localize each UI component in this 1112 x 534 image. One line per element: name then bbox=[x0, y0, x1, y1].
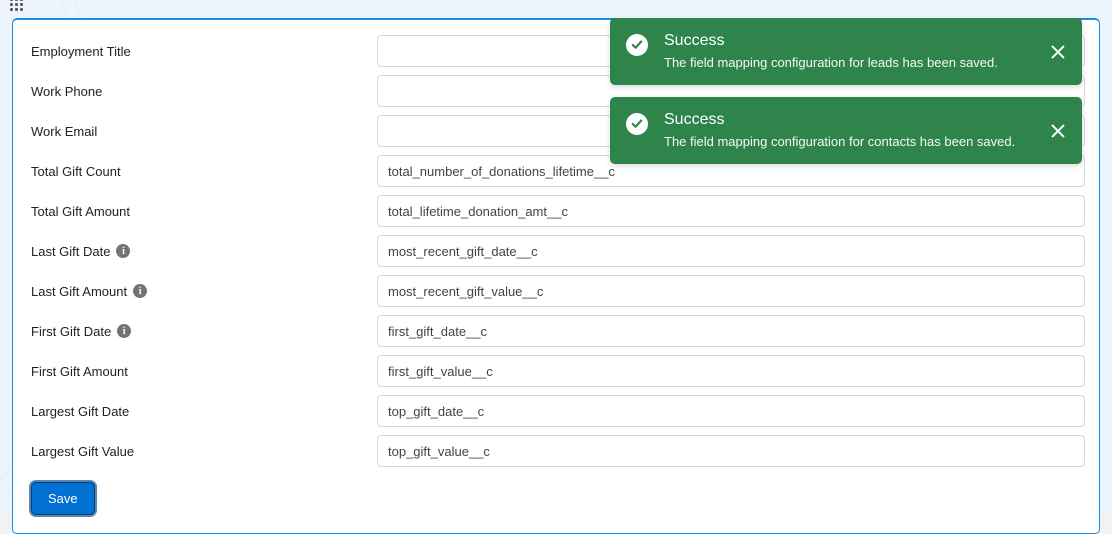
field-label: Largest Gift Date bbox=[27, 404, 377, 419]
field-label: Total Gift Count bbox=[27, 164, 377, 179]
mapping-input[interactable] bbox=[377, 195, 1085, 227]
field-mapping-row: First Gift Date i bbox=[27, 312, 1085, 350]
field-input-wrap bbox=[377, 435, 1085, 467]
field-label-text: Work Email bbox=[31, 124, 97, 139]
toast-close-button[interactable] bbox=[1044, 117, 1072, 145]
field-label-text: First Gift Amount bbox=[31, 364, 128, 379]
field-mapping-row: Total Gift Amount bbox=[27, 192, 1085, 230]
toast-message: The field mapping configuration for lead… bbox=[664, 54, 1038, 72]
close-icon bbox=[1049, 43, 1067, 61]
field-input-wrap bbox=[377, 355, 1085, 387]
toast-close-button[interactable] bbox=[1044, 38, 1072, 66]
field-label-text: Last Gift Date bbox=[31, 244, 110, 259]
field-mapping-row: Last Gift Amount i bbox=[27, 272, 1085, 310]
field-label-text: Last Gift Amount bbox=[31, 284, 127, 299]
field-label: Last Gift Amount i bbox=[27, 284, 377, 299]
field-label: Largest Gift Value bbox=[27, 444, 377, 459]
mapping-input[interactable] bbox=[377, 395, 1085, 427]
field-input-wrap bbox=[377, 315, 1085, 347]
field-label-text: Total Gift Count bbox=[31, 164, 121, 179]
success-check-icon bbox=[626, 34, 648, 56]
toast-title: Success bbox=[664, 30, 1038, 52]
mapping-input[interactable] bbox=[377, 235, 1085, 267]
field-input-wrap bbox=[377, 235, 1085, 267]
drag-handle-icon[interactable] bbox=[10, 0, 23, 11]
mapping-input[interactable] bbox=[377, 315, 1085, 347]
mapping-input[interactable] bbox=[377, 435, 1085, 467]
field-label-text: Largest Gift Date bbox=[31, 404, 129, 419]
field-mapping-row: Last Gift Date i bbox=[27, 232, 1085, 270]
field-label: Total Gift Amount bbox=[27, 204, 377, 219]
field-label: Work Email bbox=[27, 124, 377, 139]
field-mapping-row: First Gift Amount bbox=[27, 352, 1085, 390]
mapping-input[interactable] bbox=[377, 355, 1085, 387]
info-icon[interactable]: i bbox=[116, 244, 130, 258]
field-input-wrap bbox=[377, 395, 1085, 427]
toast-success: Success The field mapping configuration … bbox=[610, 97, 1082, 164]
field-label: First Gift Amount bbox=[27, 364, 377, 379]
field-label-text: Employment Title bbox=[31, 44, 131, 59]
success-check-icon bbox=[626, 113, 648, 135]
field-label: First Gift Date i bbox=[27, 324, 377, 339]
toast-message: The field mapping configuration for cont… bbox=[664, 133, 1038, 151]
field-label-text: Largest Gift Value bbox=[31, 444, 134, 459]
mapping-input[interactable] bbox=[377, 275, 1085, 307]
field-label: Last Gift Date i bbox=[27, 244, 377, 259]
field-label-text: Total Gift Amount bbox=[31, 204, 130, 219]
field-label: Employment Title bbox=[27, 44, 377, 59]
field-label-text: First Gift Date bbox=[31, 324, 111, 339]
toast-container: Success The field mapping configuration … bbox=[610, 18, 1082, 164]
field-input-wrap bbox=[377, 275, 1085, 307]
field-label-text: Work Phone bbox=[31, 84, 102, 99]
info-icon[interactable]: i bbox=[133, 284, 147, 298]
toast-title: Success bbox=[664, 109, 1038, 131]
toast-success: Success The field mapping configuration … bbox=[610, 18, 1082, 85]
header-bar bbox=[0, 0, 1112, 8]
field-mapping-row: Largest Gift Date bbox=[27, 392, 1085, 430]
field-label: Work Phone bbox=[27, 84, 377, 99]
close-icon bbox=[1049, 122, 1067, 140]
field-mapping-row: Largest Gift Value bbox=[27, 432, 1085, 470]
field-input-wrap bbox=[377, 195, 1085, 227]
save-button[interactable]: Save bbox=[31, 482, 95, 515]
info-icon[interactable]: i bbox=[117, 324, 131, 338]
